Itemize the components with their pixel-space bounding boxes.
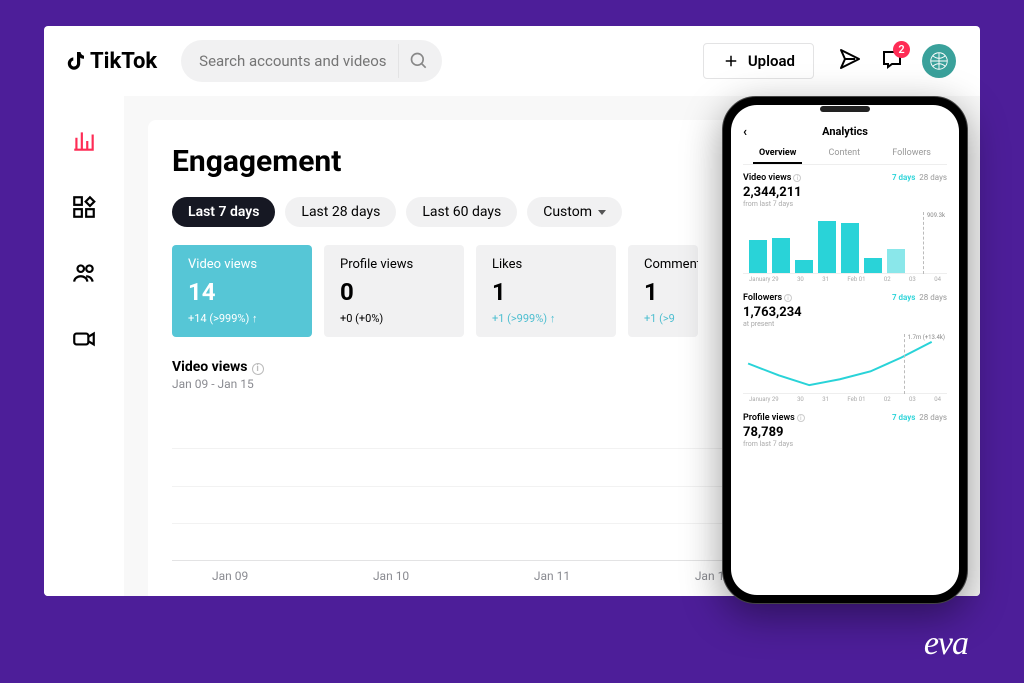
phone-tab-followers[interactable]: Followers bbox=[886, 144, 937, 164]
phone-section-followers: Followersi 7 days 28 days 1,763,234 at p… bbox=[743, 293, 947, 403]
phone-tabs: Overview Content Followers bbox=[743, 144, 947, 165]
stat-value: 14 bbox=[188, 278, 296, 306]
search-icon bbox=[409, 51, 429, 71]
stat-value: 0 bbox=[340, 278, 448, 306]
watermark: eva bbox=[924, 625, 968, 663]
stat-value: 1 bbox=[644, 278, 682, 306]
upload-button[interactable]: Upload bbox=[703, 43, 814, 79]
stat-delta: +1 (>999%) ↑ bbox=[492, 312, 600, 325]
phone-section-profile-views: Profile viewsi 7 days 28 days 78,789 fro… bbox=[743, 413, 947, 448]
phone-subtext: from last 7 days bbox=[743, 200, 947, 208]
stat-value: 1 bbox=[492, 278, 600, 306]
phone-section-label: Followersi bbox=[743, 293, 792, 303]
send-icon[interactable] bbox=[838, 47, 862, 75]
people-icon[interactable] bbox=[71, 260, 97, 290]
upload-label: Upload bbox=[748, 52, 795, 70]
phone-range-28d[interactable]: 28 days bbox=[919, 293, 947, 302]
x-tick: Jan 09 bbox=[212, 569, 248, 583]
x-tick: Jan 11 bbox=[534, 569, 570, 583]
phone-screen: ‹ Analytics Overview Content Followers V… bbox=[731, 105, 959, 595]
phone-bar-chart: 909.3k bbox=[743, 216, 947, 274]
stat-comments[interactable]: Comments 1 +1 (>9 bbox=[628, 245, 698, 337]
video-icon[interactable] bbox=[71, 326, 97, 356]
search-bar[interactable] bbox=[181, 40, 442, 82]
analytics-icon[interactable] bbox=[71, 128, 97, 158]
phone-subtext: at present bbox=[743, 320, 947, 328]
sidebar bbox=[44, 96, 124, 596]
phone-peak-label: 909.3k bbox=[923, 212, 945, 274]
top-bar: TikTok Upload 2 bbox=[44, 26, 980, 96]
range-custom[interactable]: Custom bbox=[527, 197, 622, 227]
stat-video-views[interactable]: Video views 14 +14 (>999%) ↑ bbox=[172, 245, 312, 337]
phone-range-28d[interactable]: 28 days bbox=[919, 173, 947, 182]
phone-x-ticks: January 29 30 31 Feb 01 02 03 04 bbox=[743, 396, 947, 403]
phone-x-ticks: January 29 30 31 Feb 01 02 03 04 bbox=[743, 276, 947, 283]
phone-range-28d[interactable]: 28 days bbox=[919, 413, 947, 422]
range-60d[interactable]: Last 60 days bbox=[406, 197, 517, 227]
stat-label: Comments bbox=[644, 257, 682, 272]
phone-section-label: Video viewsi bbox=[743, 173, 801, 183]
stat-label: Profile views bbox=[340, 257, 448, 272]
phone-end-label: 1.7m (+13.4k) bbox=[904, 334, 945, 394]
phone-big-value: 78,789 bbox=[743, 425, 947, 440]
phone-section-video-views: Video viewsi 7 days 28 days 2,344,211 fr… bbox=[743, 173, 947, 283]
apps-icon[interactable] bbox=[71, 194, 97, 224]
stat-likes[interactable]: Likes 1 +1 (>999%) ↑ bbox=[476, 245, 616, 337]
inbox-icon[interactable]: 2 bbox=[880, 47, 904, 75]
search-input[interactable] bbox=[199, 52, 398, 70]
phone-line-chart: 1.7m (+13.4k) bbox=[743, 336, 947, 394]
tiktok-logo[interactable]: TikTok bbox=[48, 49, 157, 74]
search-button[interactable] bbox=[398, 44, 438, 78]
stat-profile-views[interactable]: Profile views 0 +0 (+0%) bbox=[324, 245, 464, 337]
stat-delta: +14 (>999%) ↑ bbox=[188, 312, 296, 325]
phone-range-7d[interactable]: 7 days bbox=[892, 293, 915, 302]
x-tick: Jan 10 bbox=[373, 569, 409, 583]
phone-mockup: ‹ Analytics Overview Content Followers V… bbox=[722, 96, 968, 604]
info-icon[interactable]: i bbox=[252, 363, 264, 375]
tiktok-icon bbox=[64, 49, 88, 73]
inbox-badge: 2 bbox=[893, 41, 910, 58]
avatar[interactable] bbox=[922, 44, 956, 78]
logo-text: TikTok bbox=[90, 49, 157, 74]
phone-subtext: from last 7 days bbox=[743, 440, 947, 448]
stat-label: Likes bbox=[492, 257, 600, 272]
phone-tab-overview[interactable]: Overview bbox=[753, 144, 802, 164]
stat-delta: +1 (>9 bbox=[644, 312, 682, 325]
phone-range-7d[interactable]: 7 days bbox=[892, 173, 915, 182]
plus-icon bbox=[722, 52, 740, 70]
phone-big-value: 2,344,211 bbox=[743, 185, 947, 200]
header-icons: 2 bbox=[838, 44, 956, 78]
range-7d[interactable]: Last 7 days bbox=[172, 197, 275, 227]
back-icon[interactable]: ‹ bbox=[743, 125, 747, 140]
phone-section-label: Profile viewsi bbox=[743, 413, 805, 423]
phone-big-value: 1,763,234 bbox=[743, 305, 947, 320]
phone-range-7d[interactable]: 7 days bbox=[892, 413, 915, 422]
phone-title: ‹ Analytics bbox=[743, 125, 947, 138]
stat-label: Video views bbox=[188, 257, 296, 272]
range-28d[interactable]: Last 28 days bbox=[285, 197, 396, 227]
phone-tab-content[interactable]: Content bbox=[823, 144, 867, 164]
stat-delta: +0 (+0%) bbox=[340, 312, 448, 325]
